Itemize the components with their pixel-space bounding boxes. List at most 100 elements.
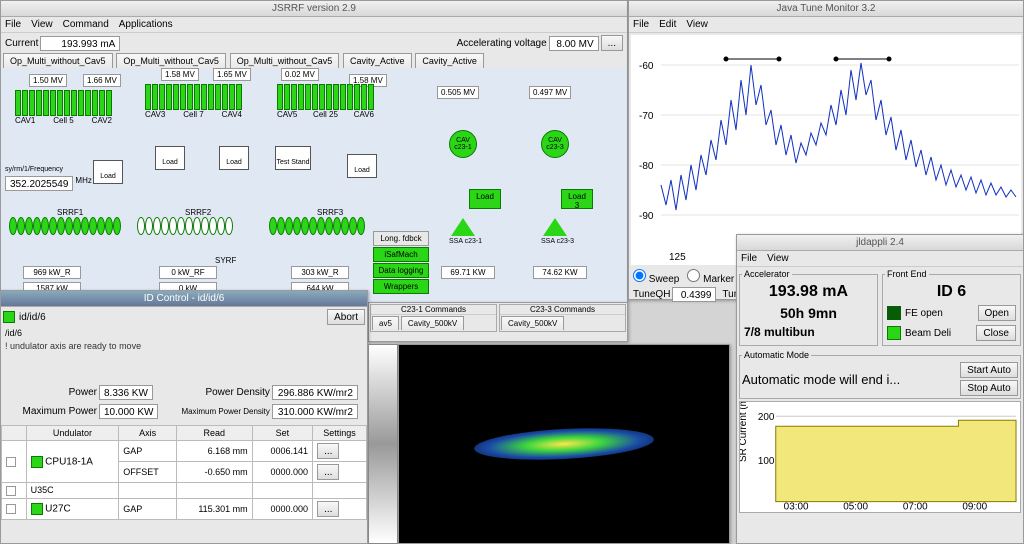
und-name: CPU18-1A: [45, 456, 93, 467]
menu-applications[interactable]: Applications: [119, 17, 173, 32]
jld-menubar: File View: [737, 251, 1023, 267]
status-icon: [31, 456, 43, 468]
th-und: Undulator: [26, 426, 119, 441]
current-label: Current: [5, 38, 38, 49]
accel-volt-value: 8.00 MV: [549, 36, 599, 51]
ssa-3-label: SSA c23-3: [541, 238, 574, 245]
svg-text:-70: -70: [639, 111, 654, 122]
menu-file[interactable]: File: [5, 17, 21, 32]
set-cell[interactable]: 0000.000: [252, 462, 312, 483]
stop-auto-button[interactable]: Stop Auto: [960, 380, 1018, 396]
frontend-group: Front End ID 6 FE openOpen Beam DeliClos…: [882, 269, 1021, 346]
tab-cav1[interactable]: Cavity_Active: [343, 53, 412, 68]
automode-group: Automatic Mode Automatic mode will end i…: [739, 350, 1021, 399]
axis-cell: GAP: [119, 441, 177, 462]
wrappers-button[interactable]: Wrappers: [373, 279, 429, 294]
cav-c23-1-node: CAV c23-1: [449, 130, 477, 158]
status-message: ! undulator axis are ready to move: [1, 339, 367, 353]
jsrrf-header: Current 193.993 mA Accelerating voltage …: [1, 33, 627, 53]
row-checkbox[interactable]: [6, 457, 16, 467]
set-cell[interactable]: 0006.141: [252, 441, 312, 462]
freq-unit: MHz: [75, 176, 91, 191]
svg-text:-80: -80: [639, 161, 654, 172]
settings-button[interactable]: ...: [317, 501, 339, 517]
current-value: 193.993 mA: [40, 36, 120, 51]
menu-edit[interactable]: Edit: [659, 17, 676, 32]
status-icon: [3, 311, 15, 323]
cav3-group: CAV3Cell 7CAV4: [145, 84, 242, 119]
kw-8: 74.62 KW: [533, 266, 587, 279]
cav1-group: CAV1Cell 5CAV2: [15, 90, 112, 125]
kw-1: 969 kW_R: [23, 266, 81, 279]
acc-current: 193.98 mA: [742, 281, 875, 303]
menu-view[interactable]: View: [686, 17, 708, 32]
tab-op3[interactable]: Op_Multi_without_Cav5: [230, 53, 340, 68]
test-stand: Test Stand: [275, 146, 311, 170]
acc-legend: Accelerator: [742, 269, 792, 279]
pwr-4: 1.65 MV: [213, 68, 251, 81]
jld-window: jldappli 2.4 File View Accelerator 193.9…: [736, 234, 1024, 544]
pwr-2: 1.66 MV: [83, 74, 121, 87]
svg-text:07:00: 07:00: [903, 502, 928, 512]
menu-file[interactable]: File: [633, 17, 649, 32]
tab-op1[interactable]: Op_Multi_without_Cav5: [3, 53, 113, 68]
cell7-lbl: Cell 7: [183, 110, 203, 119]
cmd-cav500-1[interactable]: Cavity_500kV: [401, 316, 464, 330]
jsrrf-menubar: File View Command Applications: [1, 17, 627, 33]
power-label: Power: [7, 387, 97, 398]
tune-spectrum-icon: -60-70-80-90 125130135: [631, 35, 1021, 265]
load-5: Load: [347, 154, 377, 178]
long-fdbck-button[interactable]: Long. fdbck: [373, 231, 429, 246]
tab-cav2[interactable]: Cavity_Active: [415, 53, 484, 68]
tune-chart[interactable]: -60-70-80-90 125130135: [631, 35, 1021, 265]
maxpdensity-label: Maximum Power Density: [181, 407, 270, 416]
isafmach-button[interactable]: iSafMach: [373, 247, 429, 262]
datalog-button[interactable]: Data logging: [373, 263, 429, 278]
menu-file[interactable]: File: [741, 251, 757, 266]
tune-title: Java Tune Monitor 3.2: [629, 1, 1023, 17]
menu-command[interactable]: Command: [63, 17, 109, 32]
close-button[interactable]: Close: [976, 325, 1016, 341]
cmd-cav500-2[interactable]: Cavity_500kV: [501, 316, 564, 330]
load-3: Load: [219, 146, 249, 170]
pdensity-value: 296.886 KW/mr2: [272, 385, 358, 400]
fe-legend: Front End: [885, 269, 929, 279]
cell5-lbl: Cell 5: [53, 116, 73, 125]
c23-1-header: C23-1 Commands: [371, 305, 496, 315]
svg-text:05:00: 05:00: [843, 502, 868, 512]
jsrrf-title: JSRRF version 2.9: [1, 1, 627, 17]
fe-status2-icon: [887, 326, 901, 340]
set-cell[interactable]: 0000.000: [252, 498, 312, 519]
accel-volt-label: Accelerating voltage: [457, 38, 547, 49]
row-checkbox[interactable]: [6, 486, 16, 496]
svg-text:100: 100: [758, 456, 775, 467]
sr-current-chart[interactable]: SR Current (mA) 200100 03:0005:0007:0009…: [739, 401, 1021, 513]
accel-volt-more-button[interactable]: ...: [601, 35, 623, 51]
row-checkbox[interactable]: [6, 504, 16, 514]
tab-op2[interactable]: Op_Multi_without_Cav5: [116, 53, 226, 68]
svg-text:03:00: 03:00: [784, 502, 809, 512]
settings-button[interactable]: ...: [317, 464, 339, 480]
srrf2: SRRF2: [137, 208, 233, 235]
kw-7: 69.71 KW: [441, 266, 495, 279]
abort-button[interactable]: Abort: [327, 309, 365, 325]
cav5-group: CAV5Cell 25CAV6: [277, 84, 374, 119]
svg-text:-90: -90: [639, 211, 654, 222]
menu-view[interactable]: View: [767, 251, 789, 266]
cmd-av5[interactable]: av5: [372, 316, 399, 330]
th-chk: [2, 426, 27, 441]
cav3-lbl: CAV3: [145, 110, 165, 119]
device-path: id/id/6: [19, 312, 46, 323]
pwr-8: 0.497 MV: [529, 86, 571, 99]
status-icon: [31, 503, 43, 515]
sweep-radio[interactable]: Sweep: [633, 269, 679, 285]
settings-button[interactable]: ...: [317, 443, 339, 459]
pwr-7: 0.505 MV: [437, 86, 479, 99]
start-auto-button[interactable]: Start Auto: [960, 362, 1018, 378]
menu-view[interactable]: View: [31, 17, 53, 32]
idcontrol-title: ID Control - id/id/6: [1, 291, 367, 307]
open-button[interactable]: Open: [978, 305, 1016, 321]
commands-panel: C23-1 Commands av5 Cavity_500kV C23-3 Co…: [368, 302, 628, 342]
c23-3-header: C23-3 Commands: [500, 305, 625, 315]
th-axis: Axis: [119, 426, 177, 441]
